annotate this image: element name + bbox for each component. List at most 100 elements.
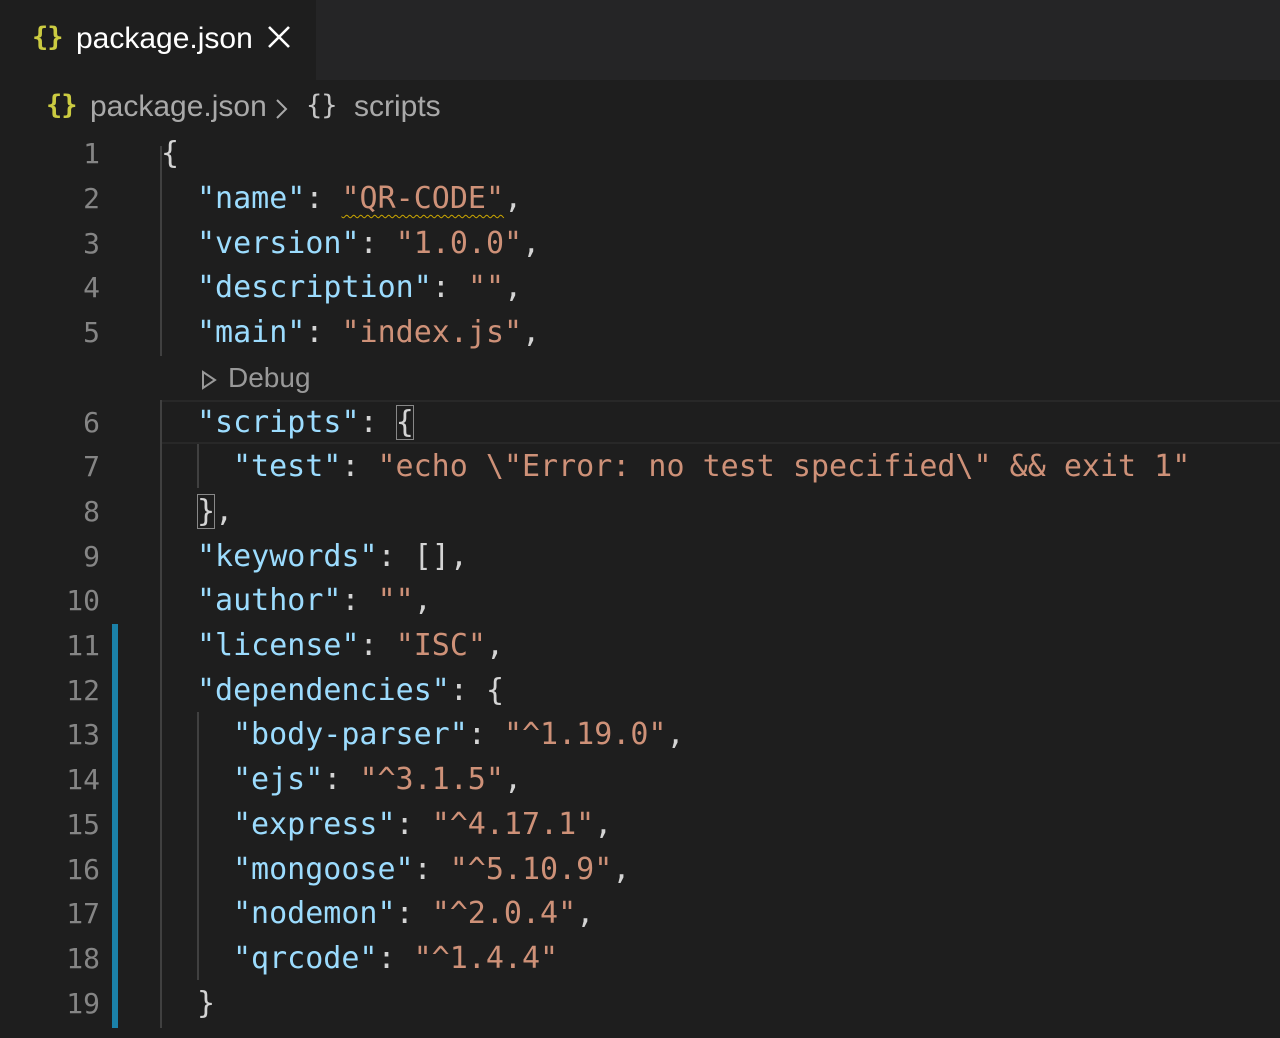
codelens-label: Debug — [228, 362, 311, 393]
play-icon — [202, 369, 217, 390]
json-punctuation: : — [431, 270, 468, 305]
json-string: "index.js" — [341, 315, 523, 350]
line-number: 18 — [66, 942, 100, 975]
json-string: "^4.17.1" — [431, 807, 595, 842]
json-punctuation: { — [395, 405, 414, 440]
line-number: 11 — [66, 629, 100, 662]
json-string: "^1.19.0" — [503, 717, 667, 752]
code-line[interactable]: "test": "echo \"Error: no test specified… — [161, 445, 1190, 489]
json-punctuation: } — [197, 986, 216, 1021]
json-key: "main" — [197, 315, 306, 350]
code-line[interactable]: "version": "1.0.0", — [161, 222, 540, 266]
line-number: 13 — [66, 718, 100, 751]
json-punctuation: : — [467, 717, 504, 752]
json-punctuation: : — [341, 583, 378, 618]
json-file-icon: {} — [32, 22, 64, 53]
json-punctuation: , — [576, 896, 595, 931]
tab-label: package.json — [76, 22, 253, 55]
code-line[interactable]: { — [161, 132, 179, 176]
code-line[interactable]: "body-parser": "^1.19.0", — [161, 713, 685, 757]
line-number: 19 — [66, 987, 100, 1020]
line-number: 10 — [66, 584, 100, 617]
json-punctuation: { — [161, 136, 180, 171]
code-line[interactable]: "express": "^4.17.1", — [161, 803, 612, 847]
json-key: "license" — [197, 628, 360, 663]
json-string: "echo \"Error: no test specified\" && ex… — [377, 449, 1191, 484]
json-punctuation: , — [486, 628, 505, 663]
json-punctuation: : — [341, 449, 378, 484]
breadcrumb-symbol[interactable]: scripts — [354, 90, 441, 124]
json-key: "nodemon" — [233, 896, 396, 931]
codelens-debug[interactable]: Debug — [200, 362, 311, 402]
json-string: "" — [467, 270, 505, 305]
json-key: "version" — [197, 226, 360, 261]
json-string: "" — [377, 583, 414, 618]
code-line[interactable]: "scripts": { — [161, 401, 414, 445]
line-number: 2 — [83, 182, 100, 215]
json-punctuation: , — [522, 315, 541, 350]
line-number: 5 — [83, 316, 100, 349]
line-number: 1 — [83, 137, 100, 170]
json-string: "1.0.0" — [395, 226, 523, 261]
code-line[interactable]: "license": "ISC", — [161, 624, 504, 668]
json-string: "^3.1.5" — [359, 762, 504, 797]
json-key: "dependencies" — [197, 673, 450, 708]
json-key: "ejs" — [233, 762, 324, 797]
code-editor[interactable]: Debug 1 2 3 4 5 6 7 8 9 10 11 12 13 14 15 16 17 18 19 {"na… — [0, 132, 1280, 1038]
code-line[interactable]: "dependencies": { — [161, 669, 504, 713]
modified-lines-indicator[interactable] — [112, 624, 118, 1028]
code-line[interactable]: "mongoose": "^5.10.9", — [161, 848, 630, 892]
line-number: 8 — [83, 495, 100, 528]
code-line[interactable]: }, — [161, 490, 233, 534]
json-string: "^5.10.9" — [449, 852, 613, 887]
breadcrumb-file[interactable]: package.json — [90, 90, 267, 124]
json-punctuation: : — [305, 315, 342, 350]
line-number: 16 — [66, 853, 100, 886]
json-key: "scripts" — [197, 405, 360, 440]
tab-bar: {} package.json — [0, 0, 1280, 80]
json-key: "keywords" — [197, 539, 378, 574]
json-string: "^1.4.4" — [413, 941, 559, 976]
code-line[interactable]: "author": "", — [161, 579, 432, 623]
line-number: 4 — [83, 271, 100, 304]
tab-package-json[interactable]: {} package.json — [0, 0, 316, 80]
json-key: "express" — [233, 807, 396, 842]
json-punctuation: : { — [449, 673, 505, 708]
line-number: 6 — [83, 406, 100, 439]
json-punctuation: , — [504, 270, 523, 305]
code-line[interactable]: "keywords": [], — [161, 535, 468, 579]
json-string: "ISC" — [395, 628, 486, 663]
json-punctuation: , — [522, 226, 541, 261]
code-line[interactable]: "name": "QR-CODE", — [161, 177, 522, 221]
json-key: "qrcode" — [233, 941, 378, 976]
code-line[interactable]: "ejs": "^3.1.5", — [161, 758, 522, 802]
json-key: "author" — [197, 583, 342, 618]
json-punctuation: : — [359, 405, 396, 440]
json-string: "^2.0.4" — [431, 896, 577, 931]
json-punctuation: : — [395, 807, 432, 842]
json-punctuation: , — [666, 717, 685, 752]
code-line[interactable]: } — [161, 982, 215, 1026]
json-punctuation: : — [359, 628, 396, 663]
code-line[interactable]: "nodemon": "^2.0.4", — [161, 892, 594, 936]
json-punctuation: , — [612, 852, 631, 887]
json-punctuation: : — [323, 762, 360, 797]
chevron-right-icon — [276, 99, 288, 119]
line-number: 15 — [66, 808, 100, 841]
json-file-icon: {} — [46, 90, 78, 121]
close-icon[interactable] — [266, 24, 292, 50]
code-line[interactable]: "main": "index.js", — [161, 311, 540, 355]
json-punctuation: , — [413, 583, 432, 618]
line-number: 17 — [66, 897, 100, 930]
json-punctuation: : [], — [377, 539, 468, 574]
line-number: 12 — [66, 674, 100, 707]
line-number: 9 — [83, 540, 100, 573]
json-punctuation: : — [395, 896, 432, 931]
json-key: "test" — [233, 449, 342, 484]
json-key: "description" — [197, 270, 432, 305]
json-punctuation: , — [504, 181, 523, 216]
line-number: 14 — [66, 763, 100, 796]
code-line[interactable]: "qrcode": "^1.4.4" — [161, 937, 558, 981]
breadcrumb: {} package.json {} scripts — [0, 80, 1280, 136]
code-line[interactable]: "description": "", — [161, 266, 522, 310]
